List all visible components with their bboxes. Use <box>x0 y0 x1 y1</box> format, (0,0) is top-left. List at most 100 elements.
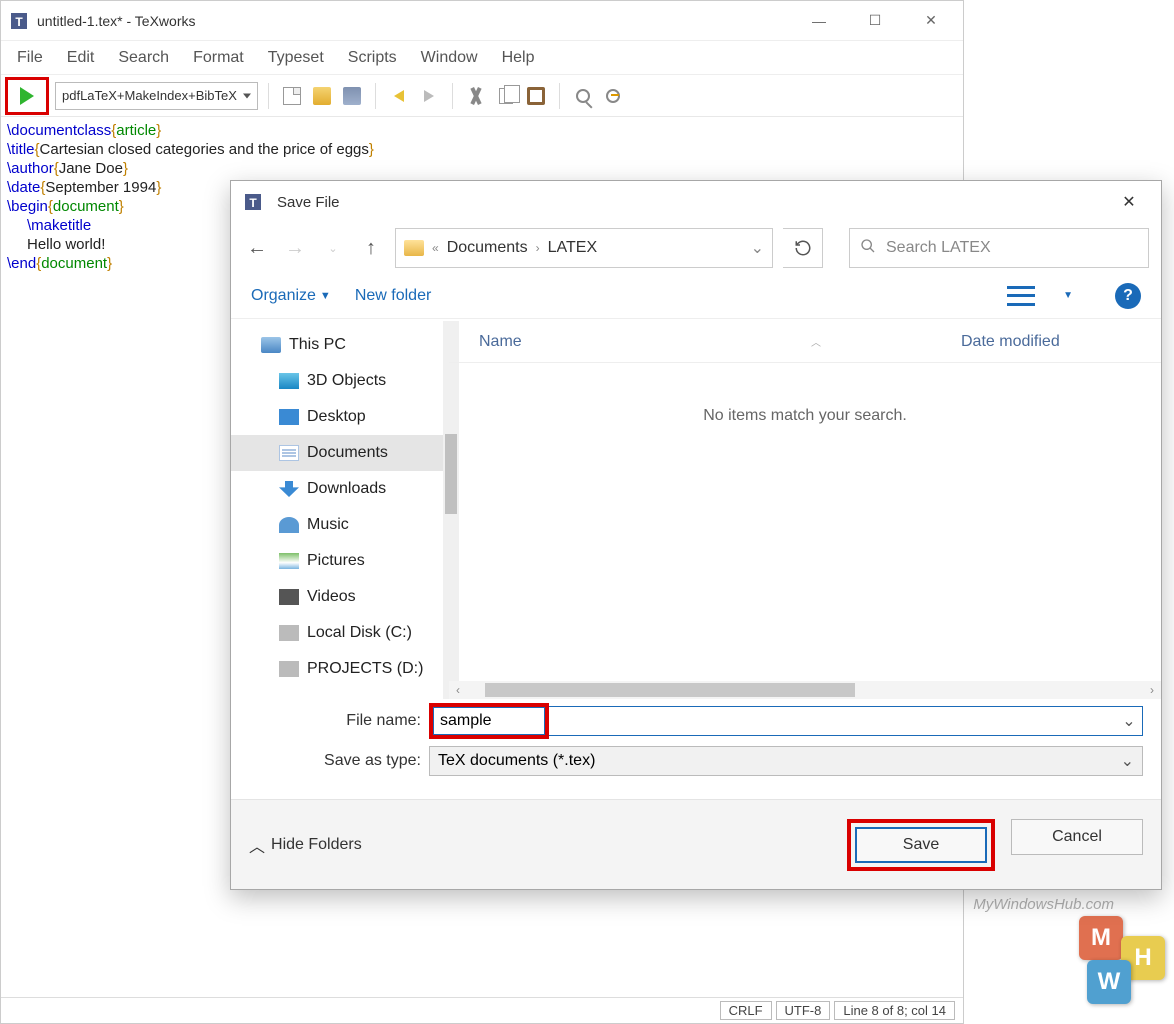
maximize-button[interactable]: ☐ <box>861 7 889 35</box>
status-eol[interactable]: CRLF <box>720 1001 772 1020</box>
dialog-toolbar: Organize▼ New folder ▼ ? <box>231 273 1161 319</box>
dialog-app-icon: T <box>243 192 263 212</box>
typeset-button[interactable] <box>20 87 34 105</box>
filename-input-extended[interactable]: ⌄ <box>549 706 1143 736</box>
tree-3d-objects[interactable]: 3D Objects <box>231 363 449 399</box>
dialog-body: This PC 3D Objects Desktop Documents Dow… <box>231 321 1161 699</box>
tree-videos[interactable]: Videos <box>231 579 449 615</box>
tree-downloads[interactable]: Downloads <box>231 471 449 507</box>
undo-icon[interactable] <box>386 83 412 109</box>
tree-music[interactable]: Music <box>231 507 449 543</box>
tex-cmd: \maketitle <box>27 217 91 234</box>
videos-icon <box>279 589 299 605</box>
tree-documents[interactable]: Documents <box>231 435 449 471</box>
find-icon[interactable] <box>570 83 596 109</box>
tex-cmd: \date <box>7 179 40 196</box>
tex-arg: document <box>53 198 119 215</box>
column-date-modified[interactable]: Date modified <box>961 333 1161 351</box>
minimize-button[interactable]: — <box>805 7 833 35</box>
tex-text: Jane Doe <box>59 160 123 177</box>
copy-icon[interactable] <box>493 83 519 109</box>
dialog-close-button[interactable]: ✕ <box>1109 186 1149 218</box>
menu-scripts[interactable]: Scripts <box>338 45 407 71</box>
save-button[interactable]: Save <box>855 827 987 863</box>
tree-desktop[interactable]: Desktop <box>231 399 449 435</box>
hide-folders-button[interactable]: ︿ Hide Folders <box>249 833 362 857</box>
dialog-form: File name: ⌄ Save as type: TeX documents… <box>231 697 1161 789</box>
save-file-icon[interactable] <box>339 83 365 109</box>
nav-back-icon[interactable]: ← <box>243 234 271 262</box>
dialog-title: Save File <box>277 194 1109 211</box>
nav-up-icon[interactable]: ↑ <box>357 234 385 262</box>
organize-button[interactable]: Organize▼ <box>251 287 331 305</box>
address-dropdown-icon[interactable]: ⌄ <box>751 238 764 258</box>
menu-help[interactable]: Help <box>492 45 545 71</box>
nav-forward-icon[interactable]: → <box>281 234 309 262</box>
new-folder-button[interactable]: New folder <box>355 287 431 305</box>
tex-arg: document <box>41 255 107 272</box>
breadcrumb-latex[interactable]: LATEX <box>548 239 598 257</box>
filename-input[interactable] <box>433 707 545 735</box>
toolbar: pdfLaTeX+MakeIndex+BibTeX <box>1 75 963 117</box>
column-name[interactable]: Name <box>479 333 851 351</box>
status-bar: CRLF UTF-8 Line 8 of 8; col 14 <box>1 997 963 1023</box>
file-list-area: Name ︿ Date modified No items match your… <box>449 321 1161 699</box>
cancel-button[interactable]: Cancel <box>1011 819 1143 855</box>
menu-window[interactable]: Window <box>411 45 488 71</box>
view-options-icon[interactable] <box>1007 286 1035 306</box>
main-titlebar: T untitled-1.tex* - TeXworks — ☐ ✕ <box>1 1 963 41</box>
chevron-down-icon[interactable]: ▼ <box>1063 290 1073 301</box>
tex-cmd: \end <box>7 255 36 272</box>
empty-message: No items match your search. <box>449 407 1161 425</box>
status-position: Line 8 of 8; col 14 <box>834 1001 955 1020</box>
watermark-text: MyWindowsHub.com <box>973 896 1114 913</box>
filename-highlight <box>429 703 549 739</box>
filename-dropdown-icon[interactable]: ⌄ <box>1116 711 1142 731</box>
brand-m: M <box>1079 916 1123 960</box>
breadcrumb-documents[interactable]: Documents <box>447 239 528 257</box>
refresh-button[interactable] <box>783 228 823 268</box>
scroll-right-icon[interactable]: › <box>1143 683 1161 697</box>
cut-icon[interactable] <box>463 83 489 109</box>
filename-label: File name: <box>249 712 429 730</box>
replace-icon[interactable] <box>600 83 626 109</box>
redo-icon[interactable] <box>416 83 442 109</box>
tex-text: Hello world! <box>27 236 105 253</box>
tree-pictures[interactable]: Pictures <box>231 543 449 579</box>
tree-local-disk-c[interactable]: Local Disk (C:) <box>231 615 449 651</box>
scroll-left-icon[interactable]: ‹ <box>449 683 467 697</box>
scrollbar-thumb[interactable] <box>485 683 855 697</box>
menu-search[interactable]: Search <box>108 45 179 71</box>
engine-select[interactable]: pdfLaTeX+MakeIndex+BibTeX <box>55 82 258 110</box>
dialog-titlebar: T Save File ✕ <box>231 181 1161 223</box>
menu-format[interactable]: Format <box>183 45 254 71</box>
tex-text: Cartesian closed categories and the pric… <box>40 141 369 158</box>
search-input[interactable]: Search LATEX <box>849 228 1149 268</box>
3d-icon <box>279 373 299 389</box>
folder-icon <box>404 240 424 256</box>
tex-cmd: \title <box>7 141 35 158</box>
nav-recent-icon[interactable]: ⌄ <box>319 234 347 262</box>
tree-this-pc[interactable]: This PC <box>231 327 449 363</box>
savetype-select[interactable]: TeX documents (*.tex) ⌄ <box>429 746 1143 776</box>
help-icon[interactable]: ? <box>1115 283 1141 309</box>
open-file-icon[interactable] <box>309 83 335 109</box>
status-encoding[interactable]: UTF-8 <box>776 1001 831 1020</box>
music-icon <box>279 517 299 533</box>
tex-text: September 1994 <box>45 179 156 196</box>
breadcrumb-root[interactable]: « <box>432 241 439 255</box>
chevron-down-icon: ▼ <box>320 290 331 302</box>
tex-cmd: \begin <box>7 198 48 215</box>
menu-typeset[interactable]: Typeset <box>258 45 334 71</box>
new-file-icon[interactable] <box>279 83 305 109</box>
menu-edit[interactable]: Edit <box>57 45 105 71</box>
close-button[interactable]: ✕ <box>917 7 945 35</box>
paste-icon[interactable] <box>523 83 549 109</box>
savetype-dropdown-icon[interactable]: ⌄ <box>1121 751 1134 771</box>
tree-projects-d[interactable]: PROJECTS (D:) <box>231 651 449 687</box>
save-file-dialog: T Save File ✕ ← → ⌄ ↑ « Documents › LATE… <box>230 180 1162 890</box>
disk-icon <box>279 625 299 641</box>
menu-file[interactable]: File <box>7 45 53 71</box>
menu-bar: File Edit Search Format Typeset Scripts … <box>1 41 963 75</box>
address-bar[interactable]: « Documents › LATEX ⌄ <box>395 228 773 268</box>
